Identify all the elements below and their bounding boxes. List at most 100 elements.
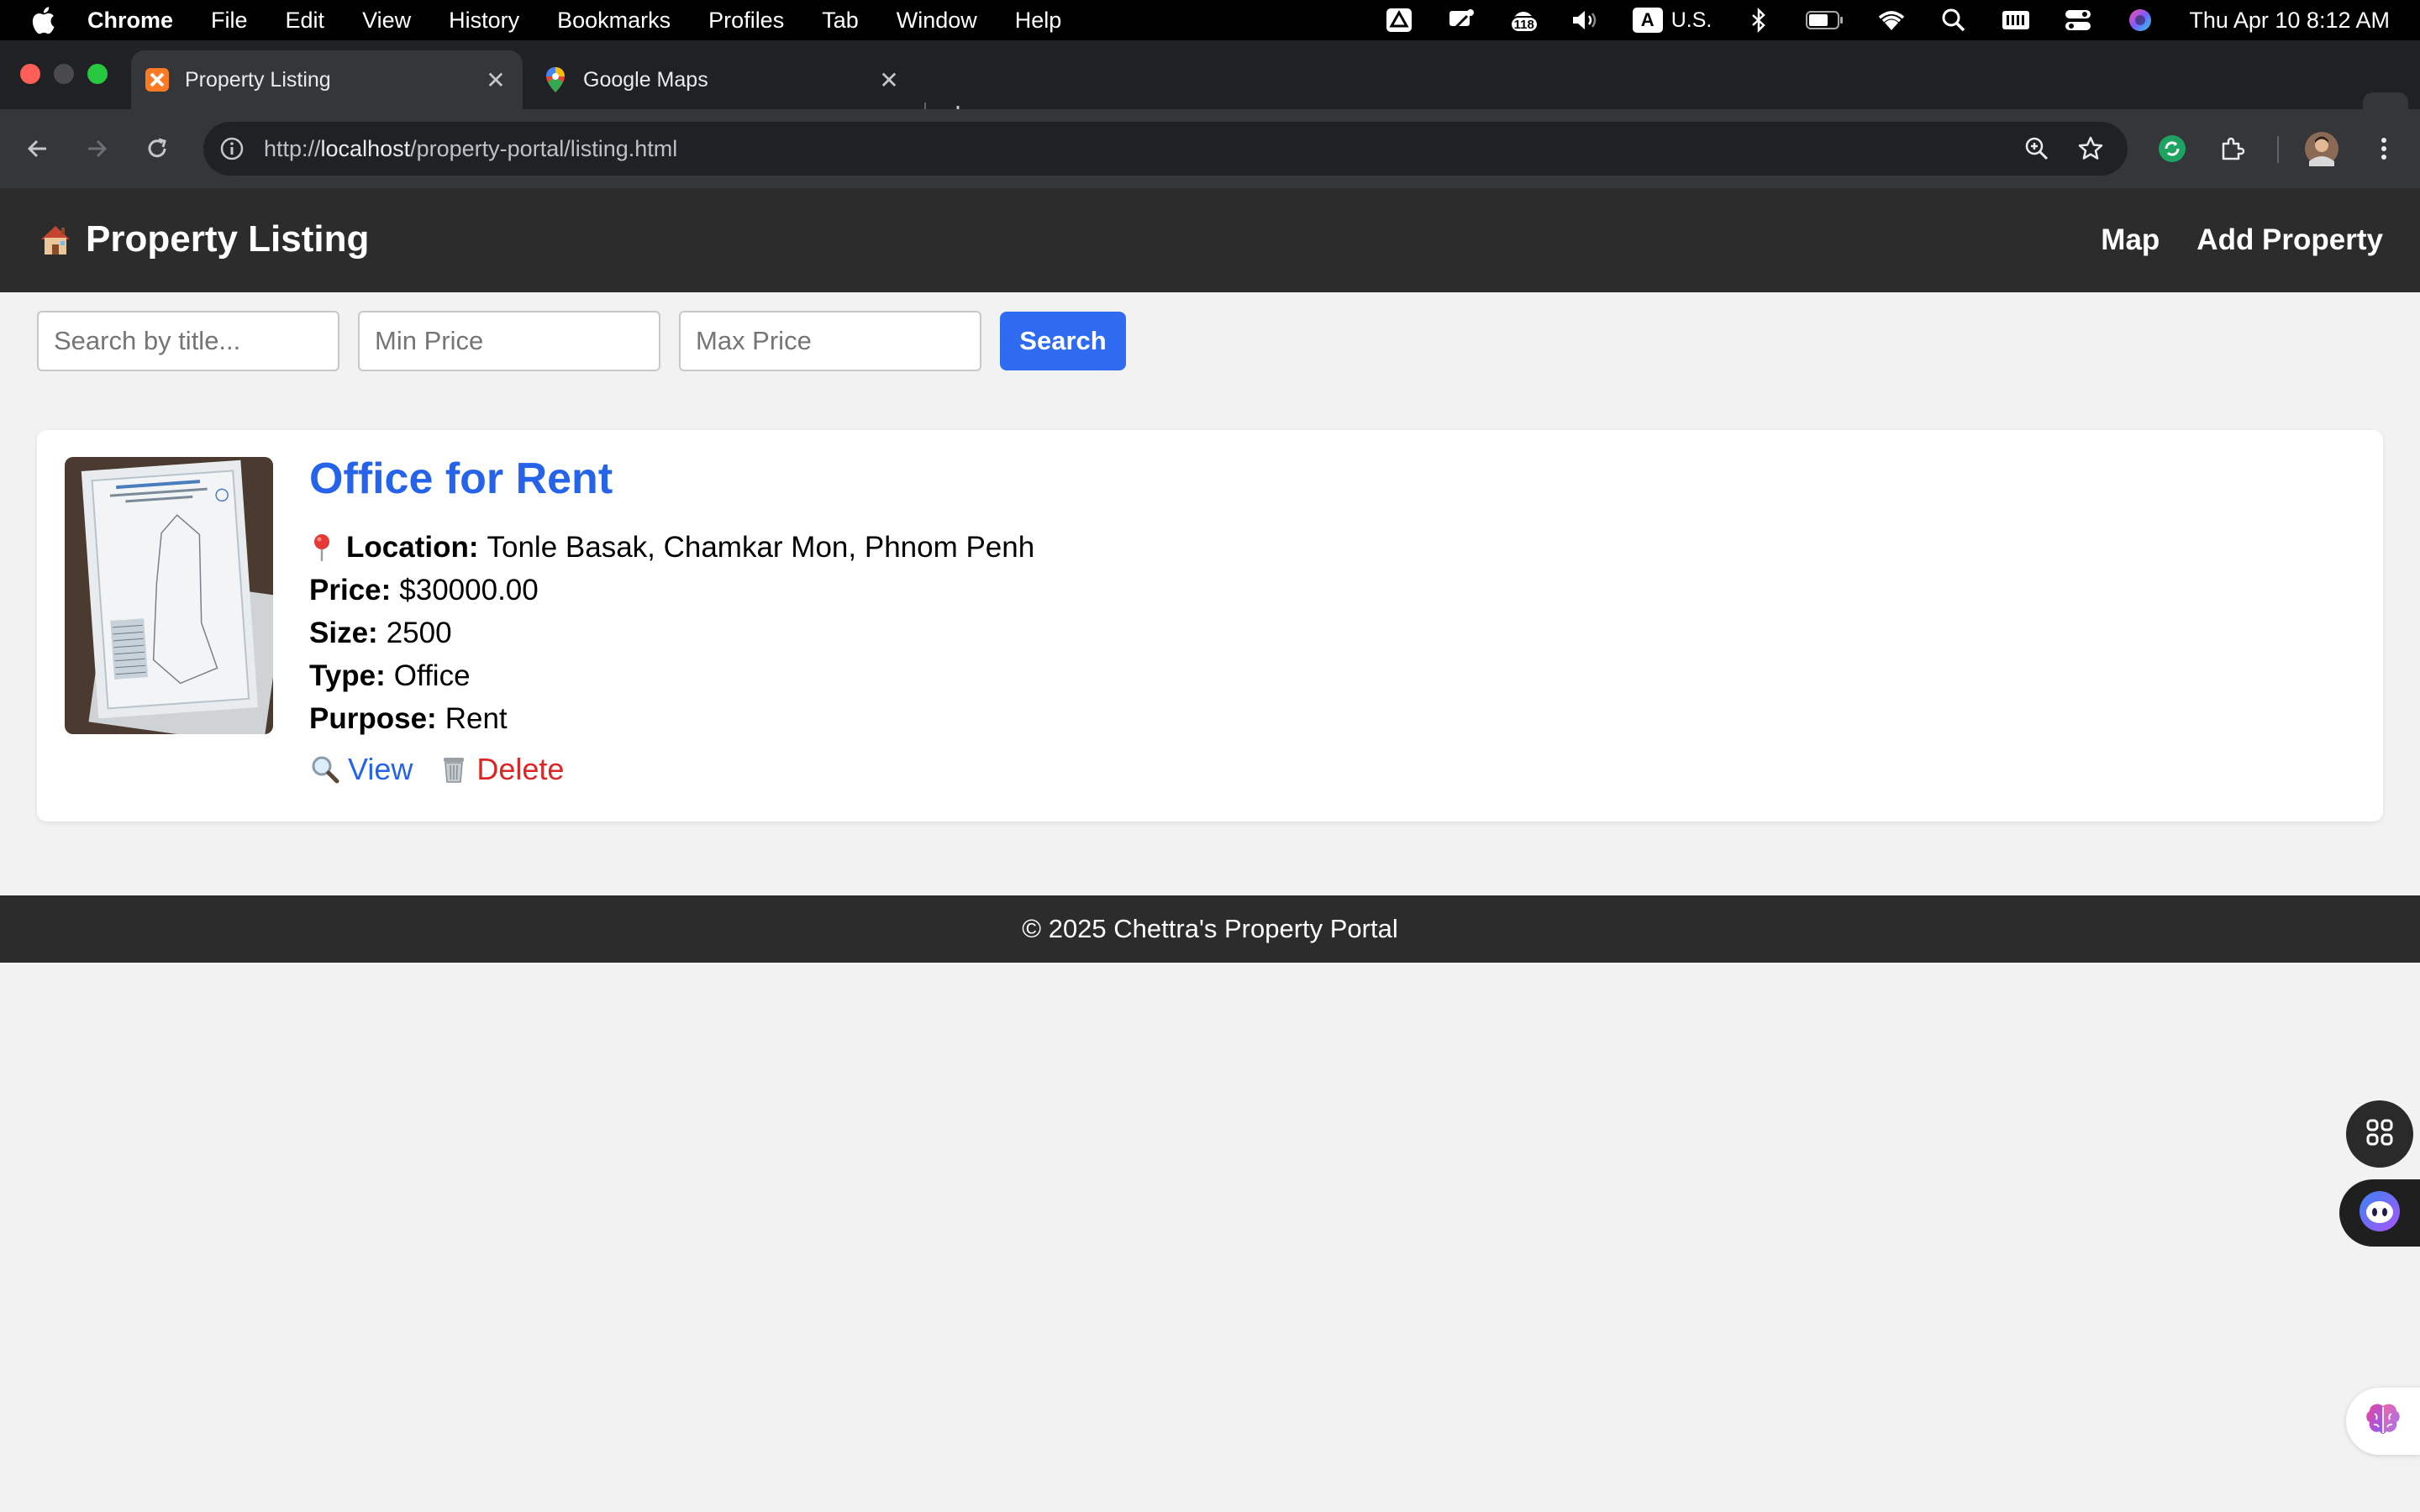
notification-count: 118 xyxy=(1509,16,1539,33)
notification-badge-icon[interactable]: 118 xyxy=(1508,8,1539,33)
menu-file[interactable]: File xyxy=(211,8,248,34)
property-thumbnail[interactable] xyxy=(65,457,273,734)
url-host: localhost xyxy=(320,135,411,161)
bluetooth-icon[interactable] xyxy=(1744,8,1774,33)
extension-sync-icon[interactable] xyxy=(2151,128,2193,170)
property-actions: View Delete xyxy=(309,752,1034,787)
max-price-input[interactable] xyxy=(679,311,981,371)
location-label: Location: xyxy=(346,531,479,564)
view-link[interactable]: View xyxy=(309,752,413,787)
grid-icon xyxy=(2365,1117,2395,1152)
tab-close-icon[interactable]: ✕ xyxy=(872,63,906,97)
menu-edit[interactable]: Edit xyxy=(286,8,325,34)
profile-avatar[interactable] xyxy=(2301,128,2343,170)
window-zoom-button[interactable] xyxy=(87,64,108,84)
menu-profiles[interactable]: Profiles xyxy=(708,8,784,34)
spotlight-search-icon[interactable] xyxy=(1939,8,1969,33)
brain-extension-button[interactable] xyxy=(2346,1388,2420,1455)
wastebasket-icon xyxy=(438,753,470,785)
nav-map-link[interactable]: Map xyxy=(2101,223,2160,257)
view-label: View xyxy=(348,752,413,786)
screen-share-icon[interactable] xyxy=(1446,8,1476,33)
property-location: Location: Tonle Basak, Chamkar Mon, Phno… xyxy=(309,526,1034,569)
property-card: Office for Rent Location: Tonle Basak, C… xyxy=(37,430,2383,822)
window-close-button[interactable] xyxy=(20,64,40,84)
siri-icon[interactable] xyxy=(2125,8,2155,33)
volume-icon[interactable] xyxy=(1570,8,1601,33)
bot-face-icon xyxy=(2358,1189,2402,1237)
chrome-menu-icon[interactable] xyxy=(2363,128,2405,170)
property-purpose: Purpose: Rent xyxy=(309,697,1034,740)
search-button[interactable]: Search xyxy=(1000,312,1126,370)
menu-tab[interactable]: Tab xyxy=(822,8,859,34)
site-footer: © 2025 Chettra's Property Portal xyxy=(0,895,2420,963)
title-search-input[interactable] xyxy=(37,311,339,371)
macos-menu-bar: Chrome File Edit View History Bookmarks … xyxy=(0,0,2420,40)
menu-history[interactable]: History xyxy=(449,8,519,34)
size-value: 2500 xyxy=(386,617,452,649)
property-details: Office for Rent Location: Tonle Basak, C… xyxy=(309,457,1034,787)
site-brand[interactable]: Property Listing xyxy=(37,218,369,260)
brain-icon xyxy=(2365,1402,2402,1441)
tab-property-listing[interactable]: Property Listing ✕ xyxy=(131,50,523,109)
min-price-input[interactable] xyxy=(358,311,660,371)
location-value: Tonle Basak, Chamkar Mon, Phnom Penh xyxy=(487,531,1035,564)
memory-icon[interactable] xyxy=(2001,8,2031,33)
input-source-icon[interactable]: A U.S. xyxy=(1632,8,1712,33)
delete-link[interactable]: Delete xyxy=(438,752,564,787)
zoom-icon[interactable] xyxy=(2022,134,2052,164)
purpose-label: Purpose: xyxy=(309,702,437,735)
wifi-icon[interactable] xyxy=(1876,8,1907,33)
browser-toolbar: http://localhost/property-portal/listing… xyxy=(0,109,2420,188)
tab-close-icon[interactable]: ✕ xyxy=(479,63,513,97)
url-prefix: http:// xyxy=(264,135,321,161)
property-type: Type: Office xyxy=(309,654,1034,697)
magnifier-icon xyxy=(309,753,341,785)
price-label: Price: xyxy=(309,574,392,606)
extensions-puzzle-icon[interactable] xyxy=(2212,128,2254,170)
reload-button[interactable] xyxy=(136,128,178,170)
apple-icon[interactable] xyxy=(30,5,60,35)
location-pin-icon xyxy=(309,533,334,563)
nav-add-property-link[interactable]: Add Property xyxy=(2196,223,2383,257)
search-filters: Search xyxy=(37,311,1126,371)
property-title-link[interactable]: Office for Rent xyxy=(309,457,1034,501)
size-label: Size: xyxy=(309,617,378,649)
apps-grid-button[interactable] xyxy=(2346,1100,2413,1168)
menu-bookmarks[interactable]: Bookmarks xyxy=(557,8,671,34)
site-info-icon[interactable] xyxy=(217,134,247,164)
property-price: Price: $30000.00 xyxy=(309,569,1034,612)
site-header: Property Listing Map Add Property xyxy=(0,188,2420,292)
site-nav: Map Add Property xyxy=(2064,223,2383,257)
drive-icon[interactable] xyxy=(1384,8,1414,33)
address-bar[interactable]: http://localhost/property-portal/listing… xyxy=(203,122,2128,176)
type-value: Office xyxy=(393,659,471,692)
window-minimize-button[interactable] xyxy=(54,64,74,84)
menu-help[interactable]: Help xyxy=(1015,8,1062,34)
browser-tab-strip: Property Listing ✕ Google Maps ✕ + xyxy=(0,40,2420,134)
price-value: $30000.00 xyxy=(399,574,539,606)
tab-title: Google Maps xyxy=(583,67,708,92)
property-size: Size: 2500 xyxy=(309,612,1034,654)
type-label: Type: xyxy=(309,659,386,692)
site-title: Property Listing xyxy=(86,218,370,260)
url-path: /property-portal/listing.html xyxy=(410,135,678,161)
menu-view[interactable]: View xyxy=(362,8,411,34)
keyboard-badge: A xyxy=(1632,8,1663,33)
back-button[interactable] xyxy=(17,128,59,170)
control-center-icon[interactable] xyxy=(2063,8,2093,33)
bookmark-star-icon[interactable] xyxy=(2075,134,2106,164)
battery-icon[interactable] xyxy=(1806,8,1844,33)
delete-label: Delete xyxy=(476,752,565,786)
toolbar-divider xyxy=(2277,136,2279,163)
menu-app-name[interactable]: Chrome xyxy=(87,8,173,34)
input-source-label: U.S. xyxy=(1670,8,1712,32)
menubar-clock[interactable]: Thu Apr 10 8:12 AM xyxy=(2189,8,2390,34)
assistant-bot-button[interactable] xyxy=(2339,1179,2420,1247)
forward-button[interactable] xyxy=(76,128,118,170)
tab-title: Property Listing xyxy=(185,67,331,92)
footer-copyright: © 2025 Chettra's Property Portal xyxy=(1022,914,1398,943)
url-text[interactable]: http://localhost/property-portal/listing… xyxy=(264,136,677,162)
menu-window[interactable]: Window xyxy=(897,8,977,34)
tab-google-maps[interactable]: Google Maps ✕ xyxy=(529,50,916,109)
